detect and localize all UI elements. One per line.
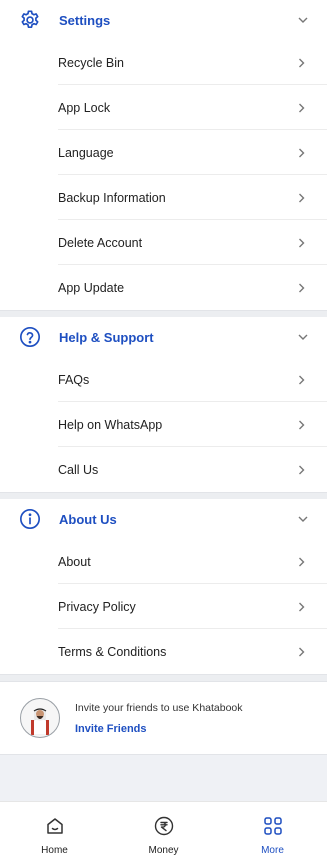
section-divider bbox=[0, 492, 327, 499]
nav-more-label: More bbox=[261, 844, 284, 856]
item-label: Call Us bbox=[58, 462, 99, 477]
settings-item-delete-account[interactable]: Delete Account bbox=[0, 220, 327, 265]
item-label: Backup Information bbox=[58, 190, 166, 205]
settings-title: Settings bbox=[59, 12, 111, 28]
nav-more[interactable]: More bbox=[233, 815, 313, 856]
item-label: Recycle Bin bbox=[58, 55, 124, 70]
chevron-right-icon bbox=[299, 602, 305, 611]
home-icon bbox=[45, 815, 65, 837]
info-icon bbox=[18, 507, 42, 531]
about-item-privacy-policy[interactable]: Privacy Policy bbox=[0, 584, 327, 629]
grid-icon bbox=[263, 815, 283, 837]
chevron-down-icon bbox=[298, 334, 308, 340]
invite-message: Invite your friends to use Khatabook bbox=[75, 701, 243, 714]
chevron-down-icon bbox=[298, 516, 308, 522]
nav-home-label: Home bbox=[41, 844, 68, 856]
help-item-whatsapp[interactable]: Help on WhatsApp bbox=[0, 402, 327, 447]
chevron-right-icon bbox=[299, 375, 305, 384]
about-title: About Us bbox=[59, 511, 117, 527]
chevron-right-icon bbox=[299, 465, 305, 474]
nav-home[interactable]: Home bbox=[15, 815, 95, 856]
about-item-terms[interactable]: Terms & Conditions bbox=[0, 629, 327, 674]
avatar bbox=[20, 698, 60, 738]
chevron-right-icon bbox=[299, 238, 305, 247]
chevron-right-icon bbox=[299, 148, 305, 157]
settings-item-app-lock[interactable]: App Lock bbox=[0, 85, 327, 130]
chevron-right-icon bbox=[299, 420, 305, 429]
item-label: Delete Account bbox=[58, 235, 143, 250]
chevron-right-icon bbox=[299, 647, 305, 656]
item-label: Language bbox=[58, 145, 114, 160]
about-item-about[interactable]: About bbox=[0, 539, 327, 584]
about-header[interactable]: About Us bbox=[0, 499, 327, 539]
chevron-right-icon bbox=[299, 58, 305, 67]
item-label: Terms & Conditions bbox=[58, 644, 167, 659]
question-icon bbox=[18, 325, 42, 349]
settings-item-backup-information[interactable]: Backup Information bbox=[0, 175, 327, 220]
rupee-icon bbox=[154, 815, 174, 837]
item-label: Help on WhatsApp bbox=[58, 417, 163, 432]
chevron-right-icon bbox=[299, 283, 305, 292]
section-divider bbox=[0, 674, 327, 681]
chevron-down-icon bbox=[298, 17, 308, 23]
help-item-faqs[interactable]: FAQs bbox=[0, 357, 327, 402]
settings-item-app-update[interactable]: App Update bbox=[0, 265, 327, 310]
item-label: FAQs bbox=[58, 372, 90, 387]
help-header[interactable]: Help & Support bbox=[0, 317, 327, 357]
settings-item-language[interactable]: Language bbox=[0, 130, 327, 175]
item-label: Privacy Policy bbox=[58, 599, 136, 614]
settings-item-recycle-bin[interactable]: Recycle Bin bbox=[0, 40, 327, 85]
item-label: App Lock bbox=[58, 100, 111, 115]
help-item-call-us[interactable]: Call Us bbox=[0, 447, 327, 492]
chevron-right-icon bbox=[299, 193, 305, 202]
item-label: App Update bbox=[58, 280, 125, 295]
section-divider bbox=[0, 310, 327, 317]
invite-card[interactable]: Invite your friends to use Khatabook Inv… bbox=[0, 681, 327, 755]
invite-friends-link[interactable]: Invite Friends bbox=[75, 723, 243, 735]
nav-money[interactable]: Money bbox=[124, 815, 204, 856]
about-section: About Us About Privacy Policy Terms & Co… bbox=[0, 499, 327, 674]
chevron-right-icon bbox=[299, 557, 305, 566]
chevron-right-icon bbox=[299, 103, 305, 112]
settings-header[interactable]: Settings bbox=[0, 0, 327, 40]
nav-money-label: Money bbox=[148, 844, 179, 856]
gear-icon bbox=[18, 8, 42, 32]
help-section: Help & Support FAQs Help on WhatsApp Cal… bbox=[0, 317, 327, 492]
help-title: Help & Support bbox=[59, 329, 154, 345]
settings-section: Settings Recycle Bin App Lock Language B… bbox=[0, 0, 327, 310]
bottom-nav: Home Money More bbox=[0, 801, 327, 868]
item-label: About bbox=[58, 554, 91, 569]
